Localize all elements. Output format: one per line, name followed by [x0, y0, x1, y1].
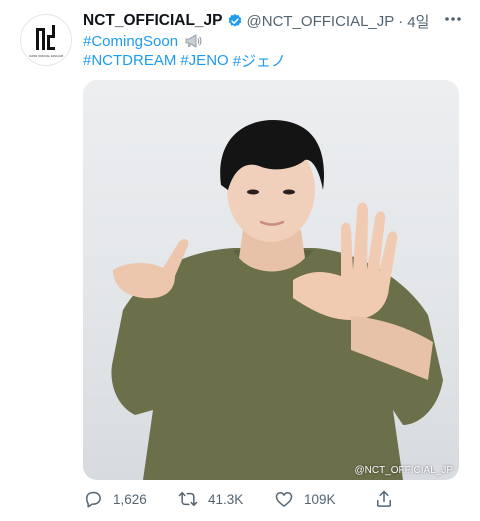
more-options-icon	[445, 17, 461, 21]
tweet-photo[interactable]: @NCT_OFFICIAL_JP	[83, 80, 459, 480]
hashtag-jeno[interactable]: #JENO	[180, 52, 228, 69]
like-button[interactable]: 109K	[274, 486, 336, 512]
retweet-count: 41.3K	[208, 491, 244, 507]
retweet-icon	[178, 492, 198, 506]
tweet-actions: 1,626 41.3K 109K	[83, 486, 460, 512]
tweet-text-line-2: #NCTDREAM #JENO #ジェノ	[83, 50, 290, 70]
separator-dot: ·	[398, 12, 404, 30]
nct-logo-icon	[36, 24, 55, 50]
reply-count: 1,626	[113, 491, 147, 507]
share-button[interactable]	[374, 486, 394, 512]
like-count: 109K	[304, 491, 336, 507]
heart-icon	[275, 492, 293, 507]
author-name[interactable]: NCT_OFFICIAL_JP	[83, 12, 223, 30]
photo-watermark: @NCT_OFFICIAL_JP	[354, 465, 453, 476]
share-icon	[377, 490, 391, 507]
avatar-caption: JAPAN OFFICIAL FANCLUB	[28, 54, 64, 58]
hashtag-jeno-jp[interactable]: #ジェノ	[233, 50, 286, 71]
avatar[interactable]: JAPAN OFFICIAL FANCLUB	[20, 14, 72, 66]
hashtag-nctdream[interactable]: #NCTDREAM	[83, 52, 176, 69]
photo-person-illustration	[111, 120, 444, 480]
retweet-button[interactable]: 41.3K	[178, 486, 243, 512]
megaphone-icon	[185, 34, 202, 48]
tweet-timestamp[interactable]: 4일	[407, 11, 429, 32]
author-handle[interactable]: @NCT_OFFICIAL_JP	[247, 13, 395, 30]
verified-badge-icon	[228, 14, 241, 27]
reply-button[interactable]: 1,626	[83, 486, 147, 512]
tweet-header: NCT_OFFICIAL_JP @NCT_OFFICIAL_JP · 4일	[83, 11, 429, 31]
tweet-text-line-1: #ComingSoon	[83, 31, 202, 51]
more-options-button[interactable]	[440, 8, 466, 30]
reply-icon	[86, 491, 101, 508]
hashtag-comingsoon[interactable]: #ComingSoon	[83, 33, 178, 50]
